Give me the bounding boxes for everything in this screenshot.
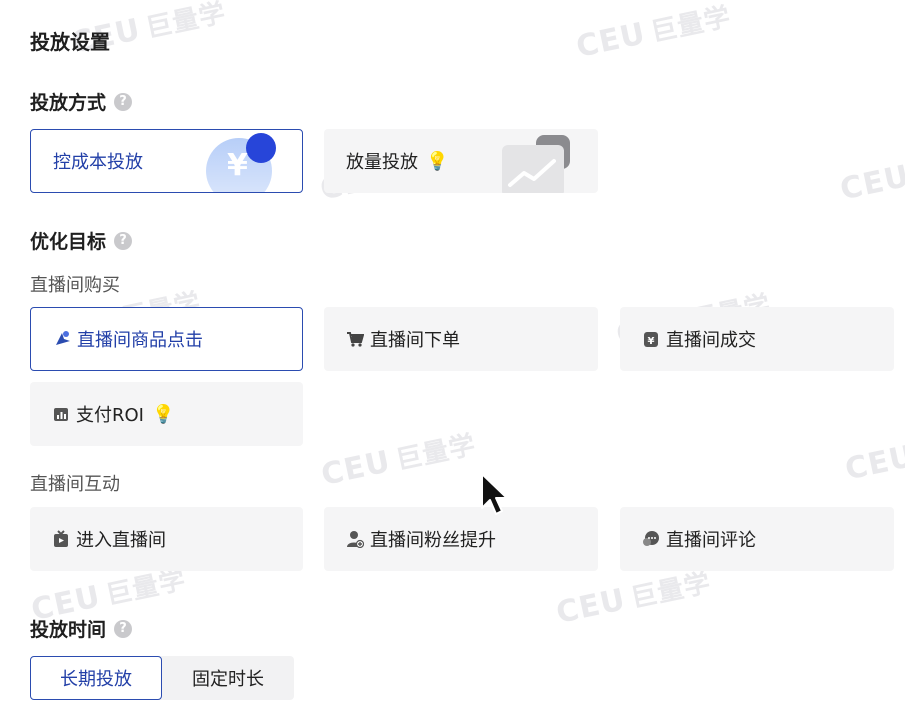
option-label: 直播间商品点击 — [77, 330, 203, 351]
cart-icon — [346, 330, 364, 348]
option-label: 直播间评论 — [666, 530, 756, 551]
yen-bag-icon: ¥ — [642, 330, 660, 348]
option-deal[interactable]: ¥ 直播间成交 — [620, 307, 894, 371]
schedule-heading: 投放时间 ? — [30, 615, 133, 642]
delivery-option-volume[interactable]: 放量投放 💡 — [324, 129, 598, 193]
schedule-title: 投放时间 — [30, 619, 107, 641]
lightbulb-icon: 💡 — [151, 403, 175, 425]
optimization-title: 优化目标 — [30, 231, 107, 253]
watermark: CEU巨量学 — [573, 1, 734, 65]
schedule-option-fixed-duration[interactable]: 固定时长 — [162, 656, 294, 700]
option-fans-growth[interactable]: 直播间粉丝提升 — [324, 507, 598, 571]
user-plus-icon — [346, 530, 364, 548]
watermark: CEU巨量学 — [318, 429, 479, 493]
group-title-purchase: 直播间购买 — [30, 275, 120, 296]
option-pay-roi[interactable]: 支付ROI 💡 — [30, 382, 303, 446]
schedule-segmented-control: 长期投放 固定时长 — [30, 656, 294, 700]
trend-chart-icon — [502, 145, 564, 193]
tv-enter-icon — [52, 530, 70, 548]
page-title-text: 投放设置 — [30, 30, 110, 54]
pin-click-icon — [53, 330, 71, 348]
option-label: 进入直播间 — [76, 530, 166, 551]
help-icon[interactable]: ? — [114, 92, 133, 111]
option-comment[interactable]: 直播间评论 — [620, 507, 894, 571]
option-label: 直播间下单 — [370, 330, 460, 351]
option-order[interactable]: 直播间下单 — [324, 307, 598, 371]
lightbulb-icon: 💡 — [426, 150, 449, 172]
option-label: 支付ROI — [76, 405, 144, 426]
mouse-cursor-icon — [480, 472, 510, 522]
option-enter-room[interactable]: 进入直播间 — [30, 507, 303, 571]
watermark: CEU巨量学 — [553, 567, 714, 631]
help-icon[interactable]: ? — [114, 619, 133, 638]
option-label: 直播间粉丝提升 — [370, 530, 496, 551]
delivery-mode-heading: 投放方式 ? — [30, 88, 133, 115]
yen-symbol: ¥ — [227, 148, 248, 183]
delivery-option-label: 控成本投放 — [53, 152, 143, 173]
option-label: 直播间成交 — [666, 330, 756, 351]
optimization-heading: 优化目标 ? — [30, 227, 133, 254]
bar-chart-icon — [52, 405, 70, 423]
svg-text:¥: ¥ — [648, 336, 655, 347]
watermark: CEU — [842, 438, 905, 488]
watermark: CEU — [837, 158, 905, 208]
group-title-interaction: 直播间互动 — [30, 474, 120, 495]
schedule-option-long-term[interactable]: 长期投放 — [30, 656, 162, 700]
option-product-click[interactable]: 直播间商品点击 — [30, 307, 303, 371]
decor-dot — [246, 133, 276, 163]
page-title: 投放设置 — [30, 26, 110, 55]
comment-icon — [642, 530, 660, 548]
delivery-option-cost-control[interactable]: 控成本投放 ¥ — [30, 129, 303, 193]
delivery-option-label: 放量投放 — [346, 152, 418, 173]
delivery-mode-title: 投放方式 — [30, 92, 107, 114]
help-icon[interactable]: ? — [114, 231, 133, 250]
